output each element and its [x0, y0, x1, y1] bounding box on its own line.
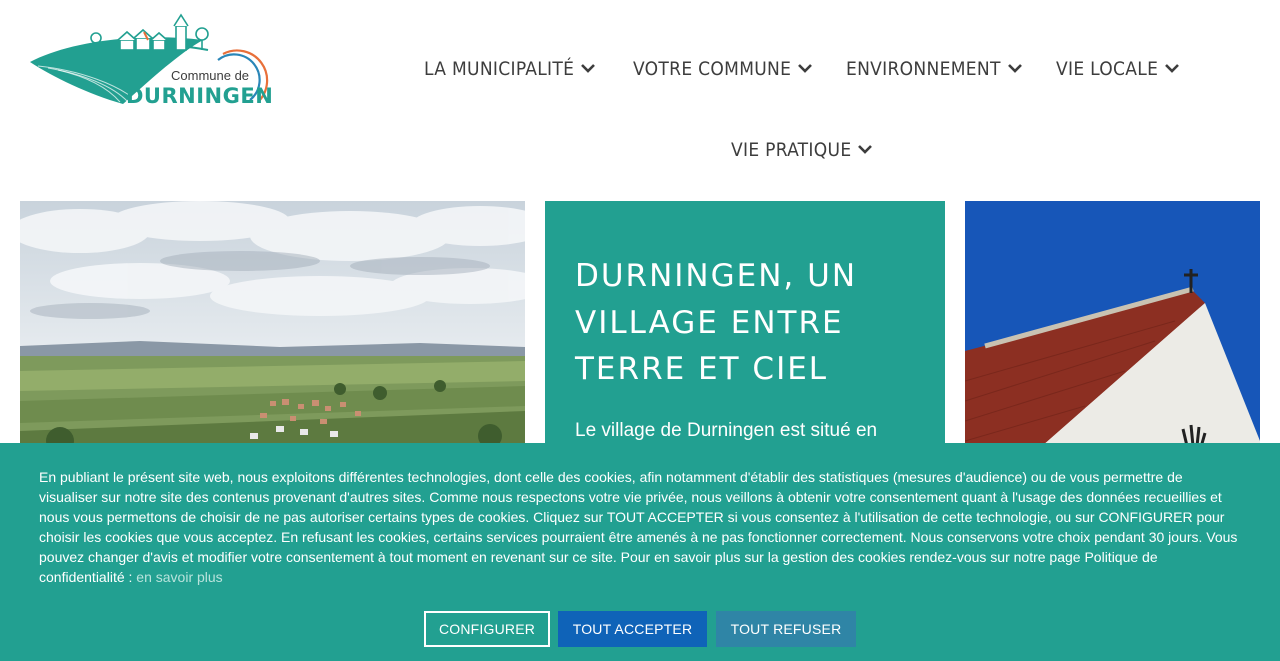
nav-item-label: ENVIRONNEMENT [846, 58, 1001, 80]
logo-subtitle: Commune de [171, 68, 249, 83]
church-photo [965, 201, 1260, 461]
configure-button[interactable]: CONFIGURER [424, 611, 550, 647]
nav-item-vie-pratique[interactable]: VIE PRATIQUE [731, 139, 873, 161]
privacy-more-link[interactable]: en savoir plus [136, 569, 222, 585]
nav-item-votre-commune[interactable]: VOTRE COMMUNE [633, 58, 813, 80]
logo-graphic: Commune de DURNINGEN [30, 13, 273, 108]
nav-item-vie-locale[interactable]: VIE LOCALE [1056, 58, 1180, 80]
chevron-down-icon [1165, 64, 1180, 73]
refuse-all-button[interactable]: TOUT REFUSER [716, 611, 856, 647]
landscape-photo [20, 201, 525, 461]
cookie-banner: En publiant le présent site web, nous ex… [0, 443, 1280, 661]
feature-text: Le village de Durningen est situé en [575, 420, 878, 441]
nav-item-label: VIE PRATIQUE [731, 139, 852, 161]
logo-title: DURNINGEN [126, 84, 273, 108]
nav-item-label: VOTRE COMMUNE [633, 58, 792, 80]
cookie-banner-text: En publiant le présent site web, nous ex… [39, 467, 1244, 587]
chevron-down-icon [1007, 64, 1022, 73]
nav-item-la-municipalite[interactable]: LA MUNICIPALITÉ [424, 58, 596, 80]
site-logo[interactable]: Commune de DURNINGEN [28, 12, 273, 112]
nav-item-label: LA MUNICIPALITÉ [424, 58, 575, 80]
chevron-down-icon [858, 145, 873, 154]
chevron-down-icon [581, 64, 596, 73]
nav-item-environnement[interactable]: ENVIRONNEMENT [846, 58, 1023, 80]
feature-title: DURNINGEN, UN VILLAGE ENTRE TERRE ET CIE… [575, 258, 858, 387]
cookie-message: En publiant le présent site web, nous ex… [39, 469, 1238, 585]
chevron-down-icon [798, 64, 813, 73]
nav-item-label: VIE LOCALE [1056, 58, 1159, 80]
feature-card: DURNINGEN, UN VILLAGE ENTRE TERRE ET CIE… [545, 201, 945, 461]
accept-all-button[interactable]: TOUT ACCEPTER [558, 611, 707, 647]
